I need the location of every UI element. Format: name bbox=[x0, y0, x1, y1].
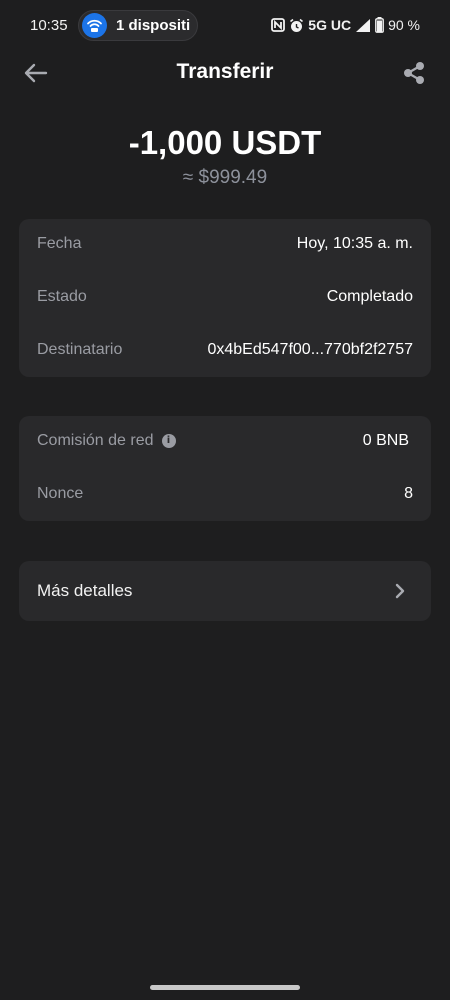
battery-level: 90 % bbox=[388, 17, 420, 33]
status-label: Estado bbox=[37, 288, 87, 305]
info-icon[interactable]: i bbox=[161, 434, 176, 448]
signal-icon bbox=[356, 18, 371, 32]
detail-row-nonce: Nonce 8 bbox=[19, 475, 431, 515]
chevron-right-icon bbox=[395, 583, 405, 599]
date-label: Fecha bbox=[37, 235, 82, 252]
more-details-button[interactable]: Más detalles bbox=[19, 561, 431, 621]
detail-row-network-fee: Comisión de red i 0 BNB bbox=[19, 422, 431, 462]
hotspot-icon bbox=[82, 13, 107, 38]
more-details-label: Más detalles bbox=[37, 581, 133, 600]
status-bar: 10:35 1 dispositi 5G UC 90 % bbox=[0, 0, 450, 50]
detail-row-date: Fecha Hoy, 10:35 a. m. bbox=[19, 225, 431, 265]
network-fee-label: Comisión de red i bbox=[37, 432, 176, 450]
fiat-equivalent: ≈ $999.49 bbox=[182, 167, 268, 188]
network-fee-label-text: Comisión de red bbox=[37, 432, 154, 449]
connected-devices-pill[interactable]: 1 dispositi bbox=[78, 10, 198, 41]
share-icon bbox=[404, 62, 424, 84]
status-value: Completado bbox=[326, 288, 413, 305]
fee-card: Comisión de red i 0 BNB Nonce 8 bbox=[19, 416, 431, 521]
page-title: Transferir bbox=[176, 60, 274, 83]
app-header: Transferir bbox=[0, 50, 450, 96]
status-icons: 5G UC 90 % bbox=[271, 15, 420, 35]
network-type: 5G UC bbox=[308, 17, 352, 33]
transaction-details-card: Fecha Hoy, 10:35 a. m. Estado Completado… bbox=[19, 219, 431, 377]
transfer-amount: -1,000 USDT bbox=[128, 124, 322, 161]
share-button[interactable] bbox=[402, 60, 426, 86]
detail-row-status: Estado Completado bbox=[19, 278, 431, 318]
battery-icon bbox=[375, 17, 384, 33]
recipient-label: Destinatario bbox=[37, 341, 123, 358]
date-value: Hoy, 10:35 a. m. bbox=[296, 235, 413, 252]
device-pill-label: 1 dispositi bbox=[116, 17, 191, 34]
status-time: 10:35 bbox=[30, 17, 68, 34]
nonce-value: 8 bbox=[404, 485, 413, 502]
home-indicator[interactable] bbox=[150, 985, 300, 990]
network-fee-value: 0 BNB bbox=[362, 432, 409, 449]
detail-row-recipient[interactable]: Destinatario 0x4bEd547f00...770bf2f2757 bbox=[19, 331, 431, 371]
nfc-icon bbox=[271, 18, 286, 32]
alarm-icon bbox=[290, 18, 304, 32]
recipient-address[interactable]: 0x4bEd547f00...770bf2f2757 bbox=[207, 341, 413, 359]
nonce-label: Nonce bbox=[37, 485, 84, 502]
